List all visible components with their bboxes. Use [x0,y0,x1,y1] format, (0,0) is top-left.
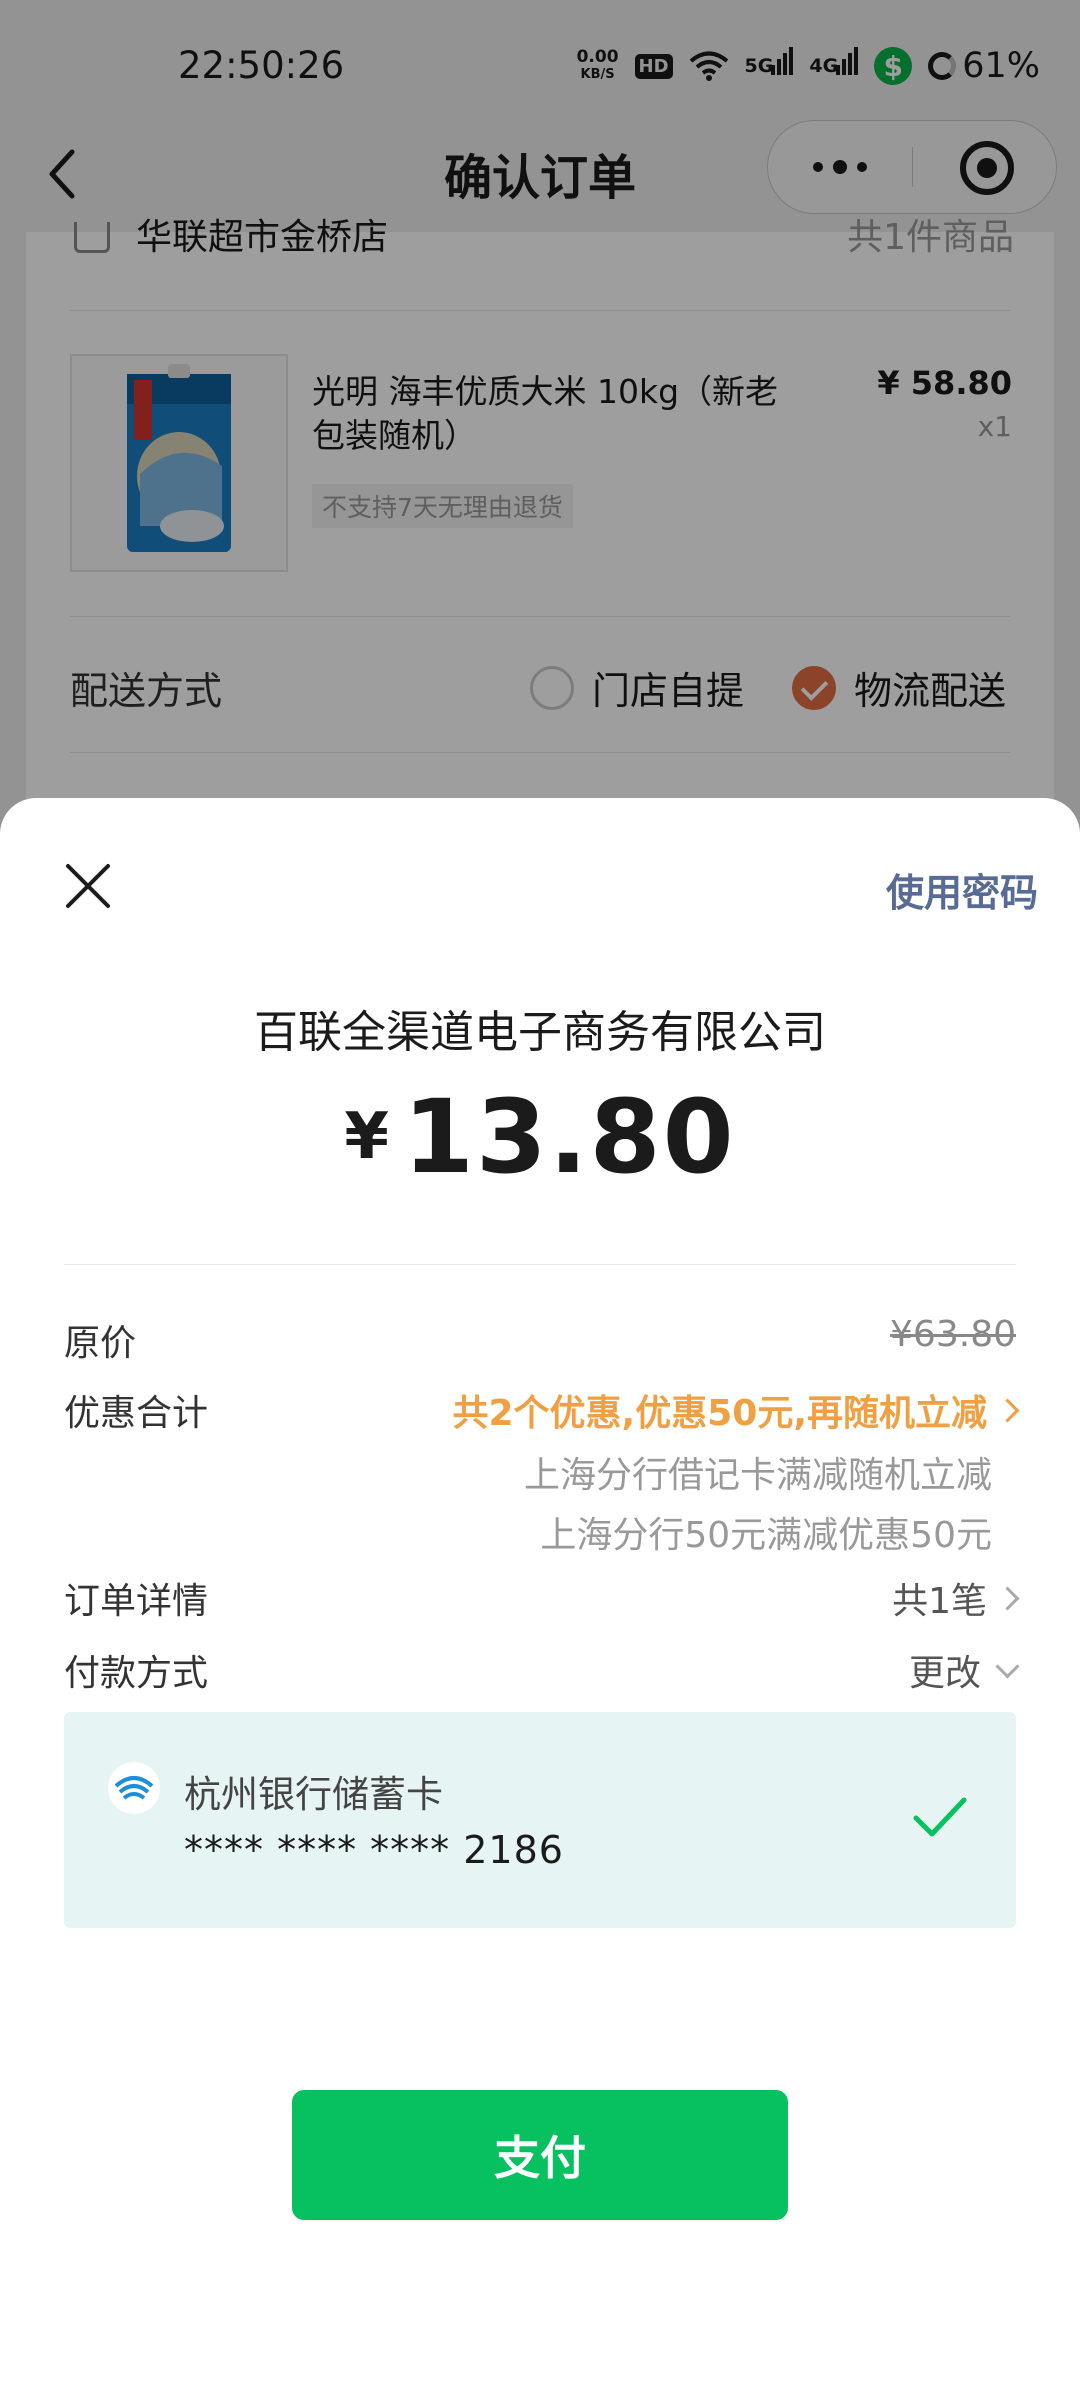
discount-item: 上海分行50元满减优惠50元 [540,1515,992,1556]
pay-button[interactable]: 支付 [292,2090,788,2220]
divider [64,1264,1016,1265]
bank-name: 杭州银行储蓄卡 [184,1773,443,1816]
merchant-name: 百联全渠道电子商务有限公司 [254,1007,826,1058]
use-password-link[interactable]: 使用密码 [886,862,1038,917]
checkmark-icon [913,1797,967,1837]
discount-summary-link[interactable]: 共2个优惠,优惠50元,再随机立减 [452,1384,1020,1436]
payment-method-label: 付款方式 [64,1653,209,1694]
discount-label: 优惠合计 [64,1393,209,1434]
payment-sheet: 使用密码 百联全渠道电子商务有限公司 ¥ 13.80 原价 ¥63.80 优惠合… [0,798,1080,2400]
chevron-right-icon [995,1585,1020,1611]
amount-value: 13.80 [402,1078,736,1197]
bank-logo-icon [108,1762,160,1814]
order-detail-link[interactable]: 共1笔 [892,1572,1020,1624]
currency-symbol: ¥ [344,1100,389,1174]
card-number: **** **** **** 2186 [184,1828,564,1872]
change-payment-method[interactable]: 更改 [908,1644,1020,1696]
original-price-label: 原价 [64,1323,137,1364]
payment-amount: ¥ 13.80 [0,1078,1080,1197]
chevron-right-icon [995,1397,1020,1423]
change-label: 更改 [908,1653,981,1694]
chevron-down-icon [995,1653,1020,1679]
discount-summary: 共2个优惠,优惠50元,再随机立减 [452,1393,988,1434]
close-icon[interactable] [60,858,116,914]
original-price: ¥63.80 [890,1314,1016,1355]
order-detail-value: 共1笔 [892,1581,987,1622]
discount-item: 上海分行借记卡满减随机立减 [523,1455,992,1496]
selected-card[interactable]: 杭州银行储蓄卡 **** **** **** 2186 [64,1712,1016,1928]
order-detail-label: 订单详情 [64,1581,209,1622]
